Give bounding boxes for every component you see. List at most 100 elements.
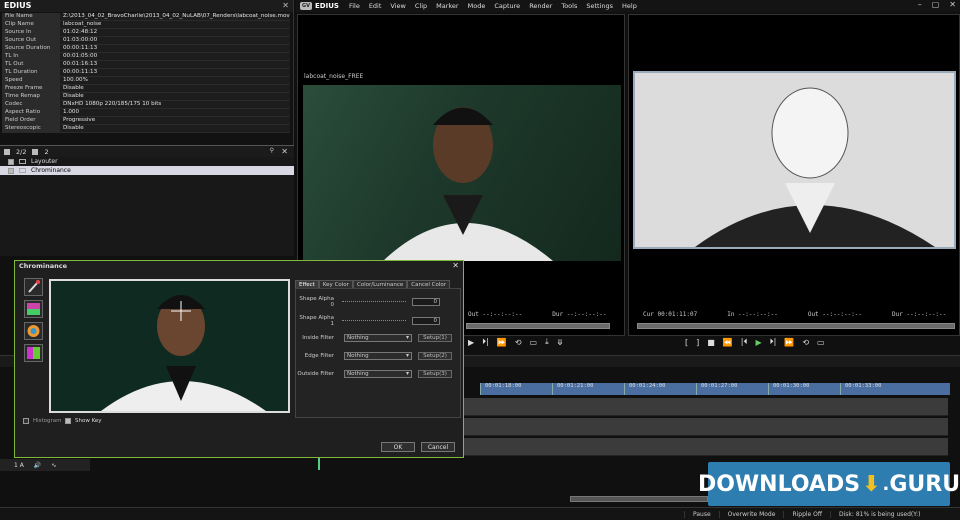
menu-capture[interactable]: Capture: [494, 2, 520, 10]
info-key: File Name: [2, 13, 60, 21]
step-forward-icon[interactable]: ⏵|: [482, 337, 489, 347]
outside-filter-select[interactable]: Nothing: [344, 370, 412, 378]
ruler-tick: 00:01:33:00: [840, 383, 912, 395]
recorder-scrub-bar[interactable]: [637, 323, 955, 329]
color-picker-tool[interactable]: [24, 300, 43, 318]
status-overwrite[interactable]: Overwrite Mode: [718, 510, 784, 518]
play-icon[interactable]: ▶: [468, 338, 474, 347]
player-out-tc: --:--:--:--: [482, 311, 523, 318]
shape-alpha1-slider[interactable]: [342, 319, 406, 323]
close-icon[interactable]: ✕: [452, 261, 459, 271]
edge-filter-select[interactable]: Nothing: [344, 352, 412, 360]
layer-checkbox[interactable]: [8, 167, 14, 174]
menu-file[interactable]: File: [349, 2, 360, 10]
maximize-icon[interactable]: ▢: [932, 0, 940, 9]
monitor-icon[interactable]: ▭: [817, 338, 825, 347]
inside-filter-select[interactable]: Nothing: [344, 334, 412, 342]
preview-person-image: [51, 281, 288, 411]
loop-icon[interactable]: ⟲: [802, 338, 809, 347]
rewind-icon[interactable]: ⏪: [723, 338, 733, 347]
player-person-image: [383, 107, 553, 261]
step-back-icon[interactable]: |⏴: [741, 337, 748, 347]
shape-alpha0-row: Shape Alpha 0 0: [296, 296, 440, 308]
histogram-checkbox[interactable]: [23, 418, 29, 424]
spectrum-tool[interactable]: [24, 344, 43, 362]
setup1-button[interactable]: Setup(1): [418, 334, 452, 342]
step-forward-icon[interactable]: ⏵|: [770, 337, 777, 347]
layer-count-icon: [4, 148, 10, 155]
loop-icon[interactable]: ⟲: [515, 338, 522, 347]
minimize-icon[interactable]: –: [918, 0, 922, 9]
menu-clip[interactable]: Clip: [415, 2, 427, 10]
recorder-out-tc: --:--:--:--: [822, 311, 863, 318]
shape-alpha0-slider[interactable]: [342, 300, 406, 304]
info-key: Time Remap: [2, 92, 60, 101]
timeline-cursor[interactable]: [318, 458, 320, 470]
menu-marker[interactable]: Marker: [436, 2, 458, 10]
histogram-label: Histogram: [33, 418, 62, 424]
effect-layer-panel: 2/2 2 ⚲ ✕ Layouter Chrominance: [0, 146, 294, 256]
show-key-option[interactable]: Show Key: [65, 418, 102, 424]
fast-forward-icon[interactable]: ⏩: [497, 338, 507, 347]
cancel-button[interactable]: Cancel: [421, 442, 455, 452]
info-value: 00:00:11:13: [60, 68, 290, 77]
player-scrub-bar[interactable]: [466, 323, 610, 329]
set-in-icon[interactable]: [: [685, 338, 688, 347]
zoom-icon[interactable]: ⚲: [270, 147, 274, 154]
info-row: Source Duration 00:00:11:13: [2, 44, 290, 53]
play-icon[interactable]: ▶: [755, 338, 761, 347]
color-wheel-tool[interactable]: [24, 322, 43, 340]
close-icon[interactable]: ✕: [282, 0, 289, 12]
timeline-scrollbar[interactable]: [570, 496, 708, 502]
stop-icon[interactable]: ■: [707, 338, 715, 347]
ruler-tick: 00:01:30:00: [768, 383, 840, 395]
shape-alpha0-value[interactable]: 0: [412, 298, 440, 306]
info-table: File Name Z:\2013_04_02_BravoCharlie\2013…: [2, 13, 290, 133]
ok-button[interactable]: OK: [381, 442, 415, 452]
menu-edit[interactable]: Edit: [369, 2, 382, 10]
ruler-tick: 00:01:18:00: [480, 383, 552, 395]
recorder-cur-tc: 00:01:11:07: [657, 311, 698, 318]
info-panel-title: EDIUS ✕: [0, 0, 293, 12]
speaker-icon[interactable]: 🔊: [34, 462, 41, 469]
info-value: Z:\2013_04_02_BravoCharlie\2013_04_02_Nu…: [60, 13, 290, 21]
layer-checkbox[interactable]: [8, 158, 14, 165]
layer-count-b: 2: [44, 147, 49, 156]
fast-forward-icon[interactable]: ⏩: [784, 338, 794, 347]
close-icon[interactable]: ✕: [949, 0, 956, 9]
menu-help[interactable]: Help: [622, 2, 637, 10]
dialog-preview[interactable]: [49, 279, 290, 413]
show-key-checkbox[interactable]: [65, 418, 71, 424]
monitor-icon[interactable]: ▭: [530, 338, 538, 347]
recorder-monitor[interactable]: Cur 00:01:11:07 In --:--:--:-- Out --:--…: [628, 14, 960, 347]
app-name: EDIUS: [315, 2, 339, 10]
menu-tools[interactable]: Tools: [561, 2, 577, 10]
close-icon[interactable]: ✕: [281, 147, 288, 156]
menu-settings[interactable]: Settings: [586, 2, 613, 10]
timeline-ruler[interactable]: 00:01:18:00 00:01:21:00 00:01:24:00 00:0…: [480, 383, 950, 395]
menu-mode[interactable]: Mode: [468, 2, 486, 10]
shape-alpha1-value[interactable]: 0: [412, 317, 440, 325]
menu-render[interactable]: Render: [529, 2, 552, 10]
overwrite-icon[interactable]: ⤋: [557, 338, 564, 347]
shape-alpha0-label: Shape Alpha 0: [299, 296, 334, 308]
info-title-text: EDIUS: [4, 1, 32, 10]
track-header-1a[interactable]: 1 A 🔊 ∿: [0, 459, 90, 471]
histogram-option[interactable]: Histogram: [23, 418, 62, 424]
setup3-button[interactable]: Setup(3): [418, 370, 452, 378]
layer-item-chrominance[interactable]: Chrominance: [0, 166, 294, 175]
waveform-icon[interactable]: ∿: [51, 462, 56, 469]
player-out-label: Out: [468, 311, 479, 318]
info-key: Aspect Ratio: [2, 108, 60, 117]
status-ripple[interactable]: Ripple Off: [783, 510, 830, 518]
info-row: Speed 100.00%: [2, 76, 290, 85]
set-out-icon[interactable]: ]: [696, 338, 699, 347]
layer-label: Layouter: [31, 158, 58, 165]
info-key: Codec: [2, 100, 60, 109]
ruler-tick: 00:01:21:00: [552, 383, 624, 395]
layer-item-layouter[interactable]: Layouter: [0, 157, 294, 166]
insert-icon[interactable]: ⤓: [545, 337, 549, 347]
setup2-button[interactable]: Setup(2): [418, 352, 452, 360]
eyedropper-tool[interactable]: [24, 278, 43, 296]
menu-view[interactable]: View: [390, 2, 405, 10]
